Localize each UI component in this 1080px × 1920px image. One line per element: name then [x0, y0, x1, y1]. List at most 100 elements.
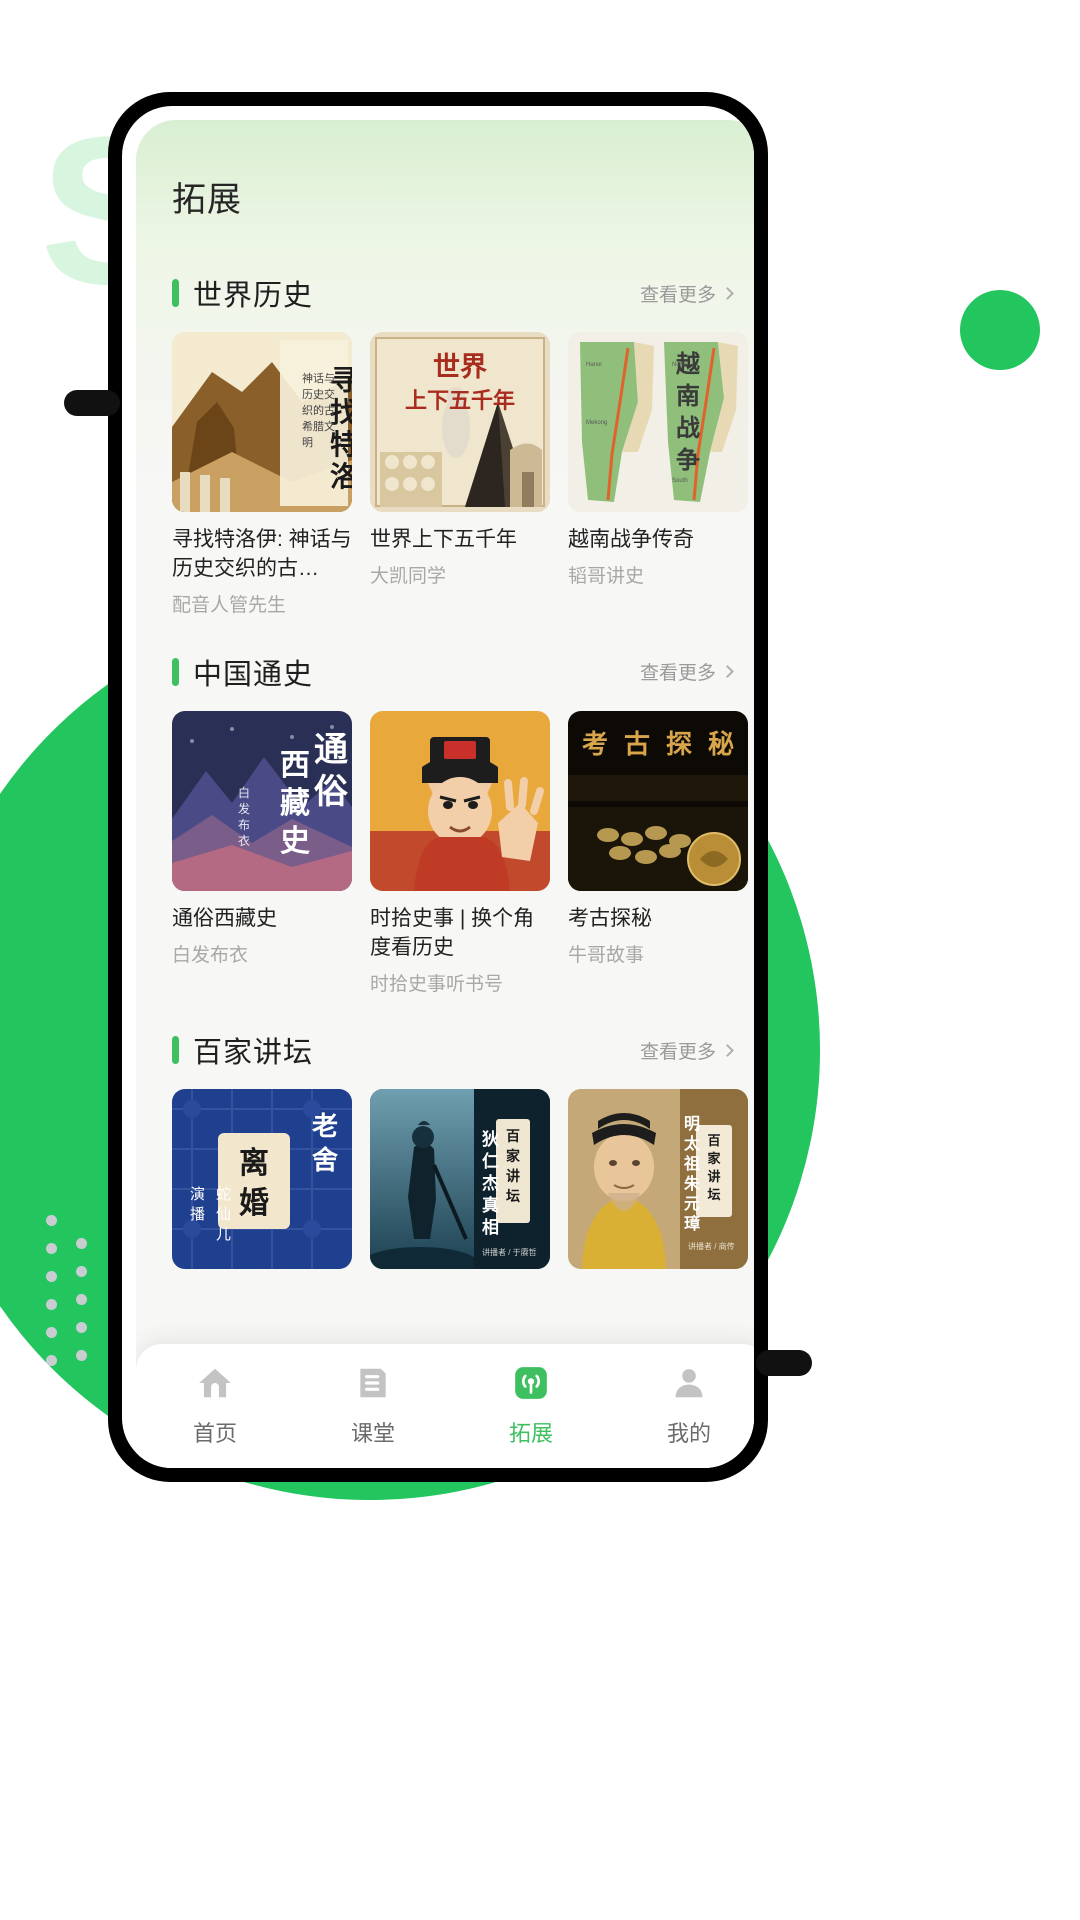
course-title: 通俗西藏史 — [172, 906, 277, 930]
view-more-link[interactable]: 查看更多 — [639, 1037, 734, 1064]
scroll-container[interactable]: 拓展 世界历史 查看更多 寻 找 特 洛 神话与 历史交 织的古 希腊文 明 寻找… — [136, 120, 754, 1468]
course-card[interactable]: 寻 找 特 洛 神话与 历史交 织的古 希腊文 明 寻找特洛伊: 神话与历史交织… — [172, 332, 352, 619]
section-header: 百家讲坛 查看更多 — [166, 1023, 738, 1077]
course-title: 世界上下五千年 — [370, 528, 517, 551]
svg-text:白: 白 — [238, 785, 250, 800]
course-cover-image[interactable]: 寻 找 特 洛 神话与 历史交 织的古 希腊文 明 — [172, 332, 352, 512]
card-row: 通俗 西藏史 白发布衣 通俗西藏史 白发布衣 时拾史事 | 换个角度看历史 时拾… — [166, 699, 748, 998]
course-card[interactable]: 时拾史事 | 换个角度看历史时拾史事听书号 — [370, 710, 550, 998]
svg-text:战: 战 — [676, 415, 700, 442]
tab-label: 我的 — [666, 1421, 711, 1446]
background-dot-column-1 — [46, 1215, 57, 1383]
page-title: 拓展 — [172, 181, 242, 219]
power-button[interactable] — [756, 1350, 812, 1376]
section-header: 世界历史 查看更多 — [166, 266, 738, 320]
svg-text:演: 演 — [190, 1186, 205, 1203]
svg-text:蛇: 蛇 — [216, 1186, 231, 1203]
course-card[interactable]: 考古探秘 考古探秘 牛哥故事 — [568, 710, 748, 969]
course-title: 越南战争传奇 — [568, 528, 694, 551]
background-circle-small — [960, 290, 1040, 370]
tab-1[interactable]: 首页 — [136, 1362, 294, 1468]
svg-text:衣: 衣 — [238, 833, 250, 848]
card-row: 离 婚 老舍 演播 蛇仙儿 百家 讲 坛 狄 仁 杰 真 相 讲播者 / 于赓哲… — [166, 1077, 748, 1270]
svg-text:真: 真 — [482, 1195, 499, 1215]
svg-text:俗: 俗 — [314, 773, 349, 811]
tab-label: 首页 — [192, 1421, 237, 1446]
view-more-link[interactable]: 查看更多 — [640, 280, 734, 307]
section-accent-bar — [172, 1036, 179, 1065]
tab-4[interactable]: 我的 — [610, 1362, 754, 1468]
svg-text:太: 太 — [683, 1134, 701, 1153]
person-icon — [668, 1362, 710, 1404]
svg-text:坛: 坛 — [506, 1188, 520, 1205]
view-more-label: 查看更多 — [639, 1041, 716, 1063]
svg-text:璋: 璋 — [684, 1214, 700, 1233]
svg-text:家: 家 — [707, 1151, 721, 1166]
svg-text:西: 西 — [280, 749, 310, 782]
svg-text:探: 探 — [666, 730, 692, 759]
course-cover-image[interactable]: 离 婚 老舍 演播 蛇仙儿 — [172, 1089, 352, 1270]
course-card[interactable]: 越南战争 Hanoi Mekong North South 越南战争传奇 韬哥讲史 — [568, 332, 748, 590]
svg-text:明: 明 — [302, 436, 313, 449]
svg-text:南: 南 — [676, 383, 700, 410]
volume-button[interactable] — [64, 390, 120, 416]
course-title: 寻找特洛伊: 神话与历史交织的古… — [172, 528, 352, 580]
course-cover-image[interactable]: 越南战争 Hanoi Mekong North South — [568, 332, 748, 512]
svg-text:讲: 讲 — [506, 1168, 520, 1185]
course-cover-image[interactable]: 世界 上下五千年 — [370, 332, 550, 512]
course-author: 配音人管先生 — [172, 594, 287, 616]
svg-text:South: South — [672, 478, 688, 484]
svg-text:发: 发 — [238, 801, 250, 816]
course-card[interactable]: 通俗 西藏史 白发布衣 通俗西藏史 白发布衣 — [172, 710, 352, 969]
home-icon — [194, 1362, 236, 1404]
app-screen: 拓展 世界历史 查看更多 寻 找 特 洛 神话与 历史交 织的古 希腊文 明 寻找… — [136, 120, 754, 1468]
svg-text:讲播者 / 商传: 讲播者 / 商传 — [688, 1241, 735, 1251]
course-cover-image[interactable]: 通俗 西藏史 白发布衣 — [172, 710, 352, 891]
svg-text:祖: 祖 — [683, 1154, 700, 1173]
svg-text:朱: 朱 — [684, 1174, 701, 1193]
svg-text:狄: 狄 — [481, 1129, 499, 1149]
svg-text:百: 百 — [707, 1133, 720, 1148]
broadcast-icon — [510, 1362, 552, 1404]
svg-text:上下五千年: 上下五千年 — [405, 388, 515, 413]
phone-screen-bezel: 拓展 世界历史 查看更多 寻 找 特 洛 神话与 历史交 织的古 希腊文 明 寻找… — [122, 106, 754, 1468]
tab-label: 课堂 — [350, 1421, 395, 1446]
section-3: 百家讲坛 查看更多 离 婚 老舍 演播 蛇仙儿 百 家 讲 坛 狄 仁 杰 真 … — [136, 1023, 754, 1270]
svg-text:仁: 仁 — [482, 1151, 499, 1171]
course-cover-image[interactable]: 百家 讲坛 狄仁杰真相 讲播者 / 于赓哲 — [370, 1089, 550, 1270]
svg-text:North: North — [672, 362, 687, 368]
svg-text:儿: 儿 — [216, 1226, 231, 1243]
section-title: 世界历史 — [193, 280, 314, 312]
course-author: 时拾史事听书号 — [370, 973, 504, 995]
course-cover-image[interactable]: 百家 讲坛 明太祖朱元璋 讲播者 / 商传 — [568, 1089, 748, 1270]
tab-2[interactable]: 课堂 — [294, 1362, 452, 1468]
view-more-link[interactable]: 查看更多 — [639, 658, 734, 685]
background-dot-column-2 — [76, 1238, 87, 1378]
course-card[interactable]: 百家 讲坛 狄仁杰真相 讲播者 / 于赓哲 — [370, 1089, 550, 1270]
section-2: 中国通史 查看更多 通俗 西藏史 白发布衣 通俗西藏史 白发布衣 时拾史事 | … — [136, 645, 754, 998]
svg-text:相: 相 — [482, 1217, 499, 1237]
svg-text:争: 争 — [676, 446, 700, 474]
svg-text:史: 史 — [280, 825, 310, 858]
card-row: 寻 找 特 洛 神话与 历史交 织的古 希腊文 明 寻找特洛伊: 神话与历史交织… — [166, 320, 748, 619]
svg-text:明: 明 — [684, 1115, 700, 1133]
course-cover-image[interactable]: 考古探秘 — [568, 710, 748, 891]
chevron-right-icon — [721, 665, 734, 678]
svg-text:离: 离 — [239, 1147, 269, 1180]
document-icon — [352, 1362, 394, 1404]
bottom-navigation[interactable]: 首页 课堂 拓展 我的 — [136, 1344, 754, 1468]
course-card[interactable]: 世界 上下五千年 世界上下五千年 大凯同学 — [370, 332, 550, 590]
course-cover-image[interactable] — [370, 710, 550, 891]
course-author: 韬哥讲史 — [568, 565, 645, 587]
svg-text:Mekong: Mekong — [586, 420, 607, 426]
svg-text:杰: 杰 — [482, 1173, 499, 1193]
chevron-right-icon — [721, 1043, 734, 1057]
course-card[interactable]: 离 婚 老舍 演播 蛇仙儿 — [172, 1089, 352, 1270]
tab-3[interactable]: 拓展 — [452, 1362, 610, 1468]
course-card[interactable]: 百家 讲坛 明太祖朱元璋 讲播者 / 商传 — [568, 1089, 748, 1270]
view-more-label: 查看更多 — [639, 663, 716, 685]
svg-text:特: 特 — [330, 429, 352, 461]
course-title: 时拾史事 | 换个角度看历史 — [370, 906, 535, 959]
svg-text:历史交: 历史交 — [302, 387, 335, 401]
svg-text:家: 家 — [506, 1148, 521, 1165]
